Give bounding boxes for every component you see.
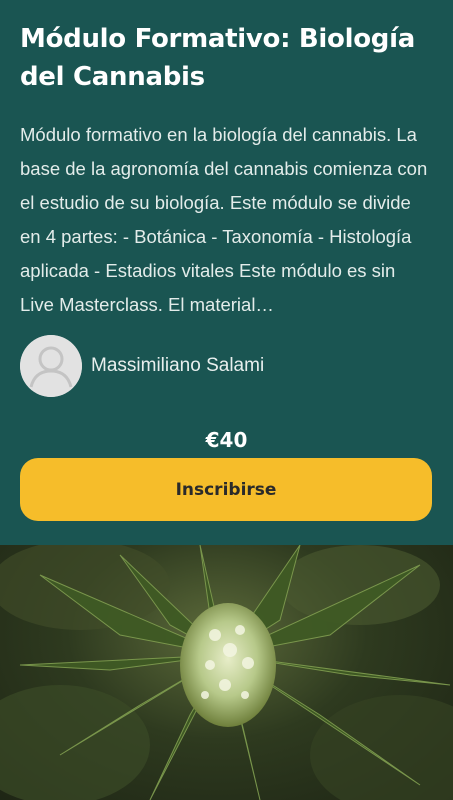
course-card: Módulo Formativo: Biología del Cannabis … <box>0 0 453 545</box>
instructor-name[interactable]: Massimiliano Salami <box>91 355 264 377</box>
cannabis-plant-image <box>0 545 453 800</box>
course-title[interactable]: Módulo Formativo: Biología del Cannabis <box>20 20 430 96</box>
enroll-button[interactable]: Inscribirse <box>20 458 432 521</box>
course-price: €40 <box>205 428 248 452</box>
avatar <box>20 335 82 397</box>
instructor: Massimiliano Salami <box>20 335 264 397</box>
user-placeholder-icon <box>20 335 82 397</box>
course-image <box>0 545 453 800</box>
course-description: Módulo formativo en la biología del cann… <box>20 124 428 315</box>
